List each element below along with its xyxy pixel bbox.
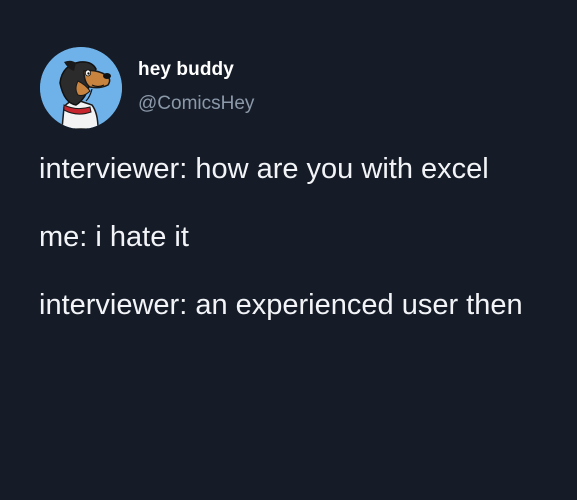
user-handle[interactable]: @ComicsHey [138, 91, 254, 117]
author-names: hey buddy @ComicsHey [138, 57, 254, 117]
display-name[interactable]: hey buddy [138, 57, 254, 83]
cartoon-dog-avatar-icon [40, 47, 122, 129]
avatar[interactable] [40, 47, 122, 129]
tweet-paragraph: interviewer: an experienced user then [39, 289, 523, 321]
tweet-paragraph: interviewer: how are you with excel [39, 153, 489, 185]
tweet-paragraph: me: i hate it [39, 221, 189, 253]
tweet-card: hey buddy @ComicsHey interviewer: how ar… [0, 0, 577, 500]
tweet-header: hey buddy @ComicsHey [40, 47, 540, 129]
tweet-body: interviewer: how are you with excel me: … [39, 151, 539, 324]
